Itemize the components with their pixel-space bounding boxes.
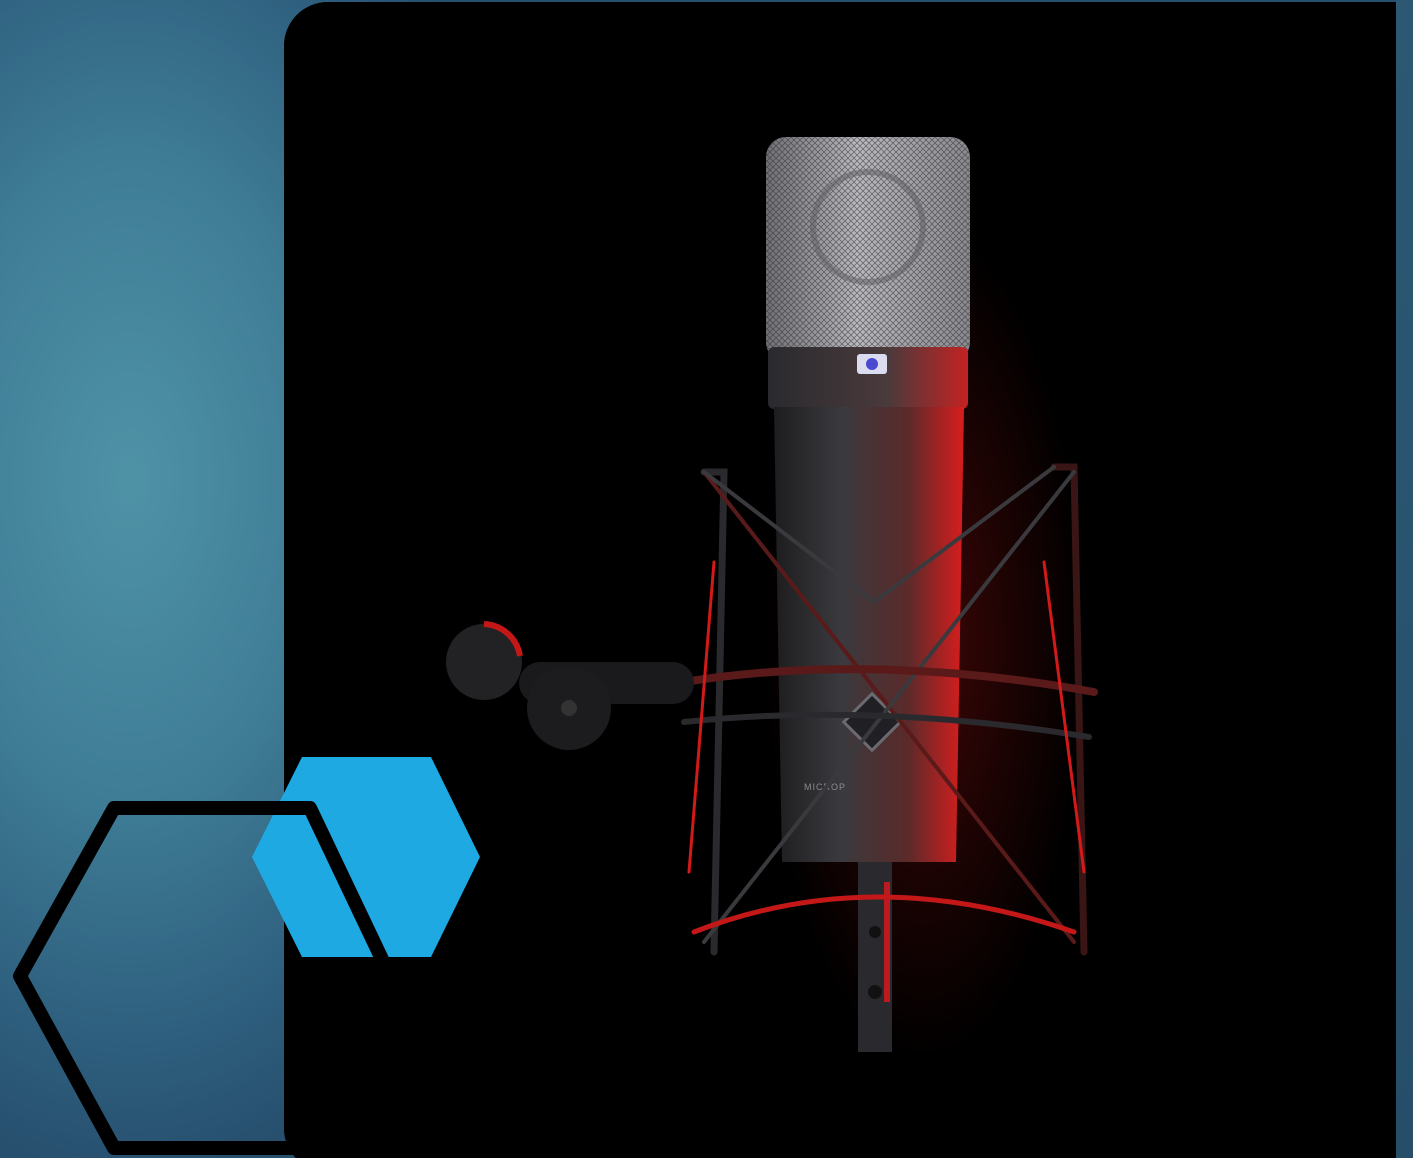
microphone-photo: MICROP <box>284 2 1396 1158</box>
microphone-icon: MICROP <box>284 2 1396 1158</box>
microphone-body <box>774 407 964 862</box>
right-edge-strip <box>1396 0 1413 1158</box>
slide: MICROP <box>0 0 1413 1158</box>
microphone-grille <box>766 137 970 362</box>
